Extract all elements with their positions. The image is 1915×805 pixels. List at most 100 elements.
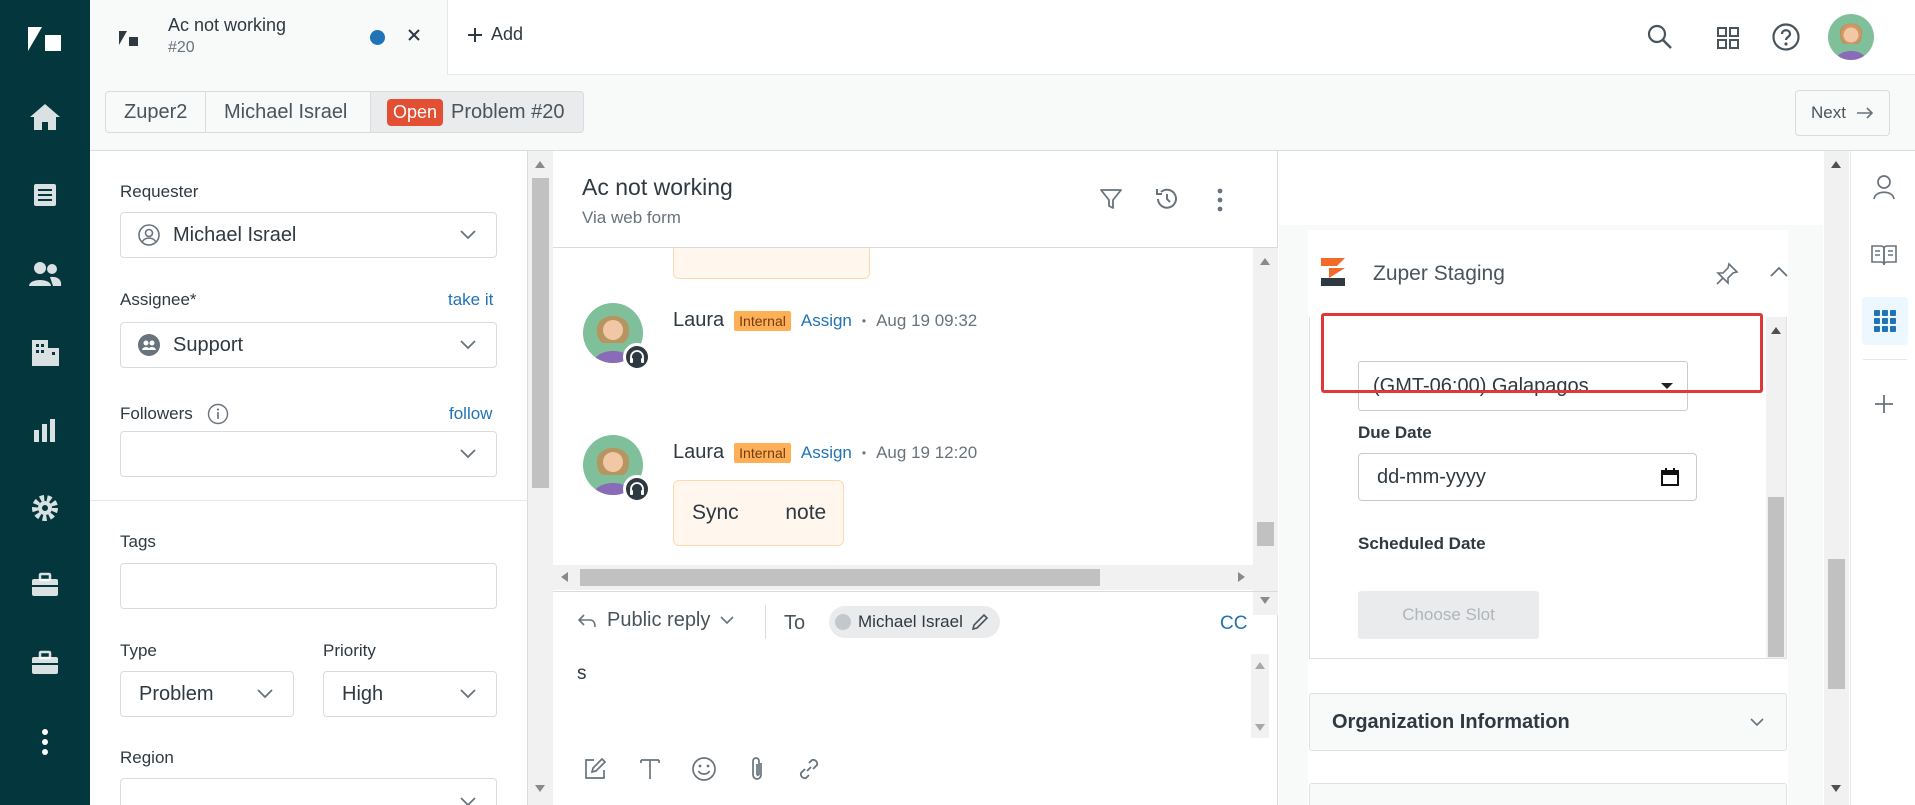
link-icon[interactable] — [796, 756, 822, 782]
conversation-scrollbar[interactable] — [1253, 248, 1278, 615]
scheduled-date-label: Scheduled Date — [1358, 534, 1486, 553]
previous-note-bubble — [673, 248, 870, 279]
scroll-thumb[interactable] — [1828, 559, 1845, 689]
hscroll-thumb[interactable] — [580, 569, 1100, 586]
close-tab-icon[interactable] — [405, 26, 423, 44]
scroll-down-arrow-icon[interactable] — [1260, 597, 1270, 604]
scroll-up-arrow-icon[interactable] — [1260, 258, 1270, 265]
next-ticket-button[interactable]: Next — [1795, 90, 1890, 136]
highlight-box — [1321, 313, 1763, 393]
scroll-up-arrow-icon[interactable] — [1255, 662, 1265, 669]
scroll-down-arrow-icon[interactable] — [1831, 785, 1841, 792]
recipient-name: Michael Israel — [858, 612, 963, 631]
scroll-up-arrow-icon[interactable] — [1831, 161, 1841, 168]
choose-slot-button[interactable]: Choose Slot — [1358, 591, 1539, 639]
due-date-input[interactable]: dd-mm-yyyy — [1358, 453, 1697, 501]
attachment-icon[interactable] — [747, 755, 767, 783]
conversation-hscrollbar[interactable] — [553, 565, 1253, 590]
scroll-up-arrow-icon[interactable] — [1771, 327, 1781, 334]
chevron-down-icon — [460, 340, 476, 350]
organizations-icon[interactable] — [25, 332, 65, 372]
type-select[interactable]: Problem — [120, 671, 294, 717]
apps-grid-button[interactable] — [1862, 297, 1908, 345]
breadcrumb-ticket-label: Problem #20 — [451, 100, 565, 123]
more-options-icon[interactable] — [1217, 188, 1223, 212]
scroll-thumb[interactable] — [1768, 497, 1784, 657]
composer-scrollbar[interactable] — [1251, 654, 1269, 738]
organization-info-section[interactable]: Organization Information — [1309, 693, 1787, 751]
scroll-thumb[interactable] — [532, 178, 549, 488]
emoji-icon[interactable] — [691, 756, 717, 782]
breadcrumb-ticket[interactable]: Open Problem #20 — [371, 91, 584, 133]
priority-value: High — [342, 682, 384, 705]
text-format-icon[interactable] — [639, 757, 661, 781]
knowledge-book-icon[interactable] — [1871, 244, 1897, 266]
customer-context-icon[interactable] — [1872, 174, 1896, 200]
apps-panel: Zuper Staging (GMT-06:00) Galapagos Due … — [1279, 151, 1849, 805]
history-icon[interactable] — [1154, 186, 1180, 212]
home-icon[interactable] — [25, 97, 65, 137]
reply-textarea[interactable]: s — [577, 663, 587, 685]
scroll-down-arrow-icon[interactable] — [535, 785, 545, 792]
follow-link[interactable]: follow — [449, 404, 492, 424]
assign-link[interactable]: Assign — [801, 443, 852, 463]
scroll-left-arrow-icon[interactable] — [561, 572, 568, 582]
recipient-pill[interactable]: Michael Israel — [829, 606, 1000, 638]
add-app-plus-icon[interactable] — [1874, 394, 1894, 414]
zendesk-logo-icon[interactable] — [25, 20, 65, 60]
info-icon[interactable] — [207, 403, 229, 425]
breadcrumb-organization[interactable]: Zuper2 — [105, 91, 206, 133]
priority-select[interactable]: High — [323, 671, 497, 717]
region-select[interactable] — [120, 778, 497, 805]
ticket-tab[interactable]: Ac not working #20 — [90, 0, 448, 75]
divider — [765, 605, 766, 639]
assign-link[interactable]: Assign — [801, 311, 852, 331]
properties-scrollbar[interactable] — [528, 151, 553, 805]
divider — [553, 591, 1278, 592]
requester-value: Michael Israel — [173, 223, 297, 246]
message-header: Laura Internal Assign • Aug 19 12:20 — [673, 441, 977, 464]
assignee-field[interactable]: Support — [120, 322, 497, 368]
filter-icon[interactable] — [1099, 187, 1123, 211]
app-briefcase-icon-2[interactable] — [25, 643, 65, 683]
collapse-chevron-up-icon[interactable] — [1770, 266, 1788, 278]
chevron-down-icon — [460, 449, 476, 459]
format-compose-icon[interactable] — [583, 757, 607, 781]
calendar-icon[interactable] — [1660, 467, 1680, 487]
message-time: Aug 19 09:32 — [876, 310, 978, 330]
apps-panel-scrollbar[interactable] — [1824, 151, 1849, 805]
product-tray-icon[interactable] — [1716, 26, 1740, 50]
cc-link[interactable]: CC — [1220, 613, 1247, 635]
add-tab-button[interactable]: Add — [467, 24, 523, 45]
reply-mode-label: Public reply — [607, 609, 711, 631]
iframe-scrollbar[interactable] — [1766, 317, 1786, 658]
more-apps-icon[interactable] — [25, 722, 65, 762]
reporting-icon[interactable] — [25, 410, 65, 450]
requester-field[interactable]: Michael Israel — [120, 212, 497, 258]
edit-pencil-icon[interactable] — [970, 612, 990, 632]
reply-mode-button[interactable]: Public reply — [577, 609, 734, 632]
scroll-thumb[interactable] — [1257, 522, 1274, 546]
arrow-right-icon — [1856, 107, 1874, 119]
chevron-down-icon — [460, 689, 476, 699]
pin-icon[interactable] — [1714, 261, 1740, 287]
next-app-section — [1309, 783, 1787, 805]
breadcrumb-requester[interactable]: Michael Israel — [206, 91, 371, 133]
scroll-right-arrow-icon[interactable] — [1238, 572, 1245, 582]
tags-label: Tags — [120, 532, 156, 551]
app-briefcase-icon[interactable] — [25, 565, 65, 605]
scroll-up-arrow-icon[interactable] — [535, 161, 545, 168]
due-date-label: Due Date — [1358, 423, 1432, 442]
tags-input[interactable] — [120, 563, 497, 609]
customers-icon[interactable] — [25, 254, 65, 294]
take-it-link[interactable]: take it — [448, 290, 493, 310]
search-icon[interactable] — [1646, 23, 1674, 51]
agent-headset-icon — [623, 475, 651, 503]
assignee-label: Assignee* — [120, 290, 197, 309]
views-icon[interactable] — [25, 175, 65, 215]
user-avatar[interactable] — [1828, 14, 1874, 60]
followers-field[interactable] — [120, 431, 497, 477]
admin-gear-icon[interactable] — [25, 488, 65, 528]
help-icon[interactable] — [1771, 22, 1801, 52]
scroll-down-arrow-icon[interactable] — [1255, 724, 1265, 731]
